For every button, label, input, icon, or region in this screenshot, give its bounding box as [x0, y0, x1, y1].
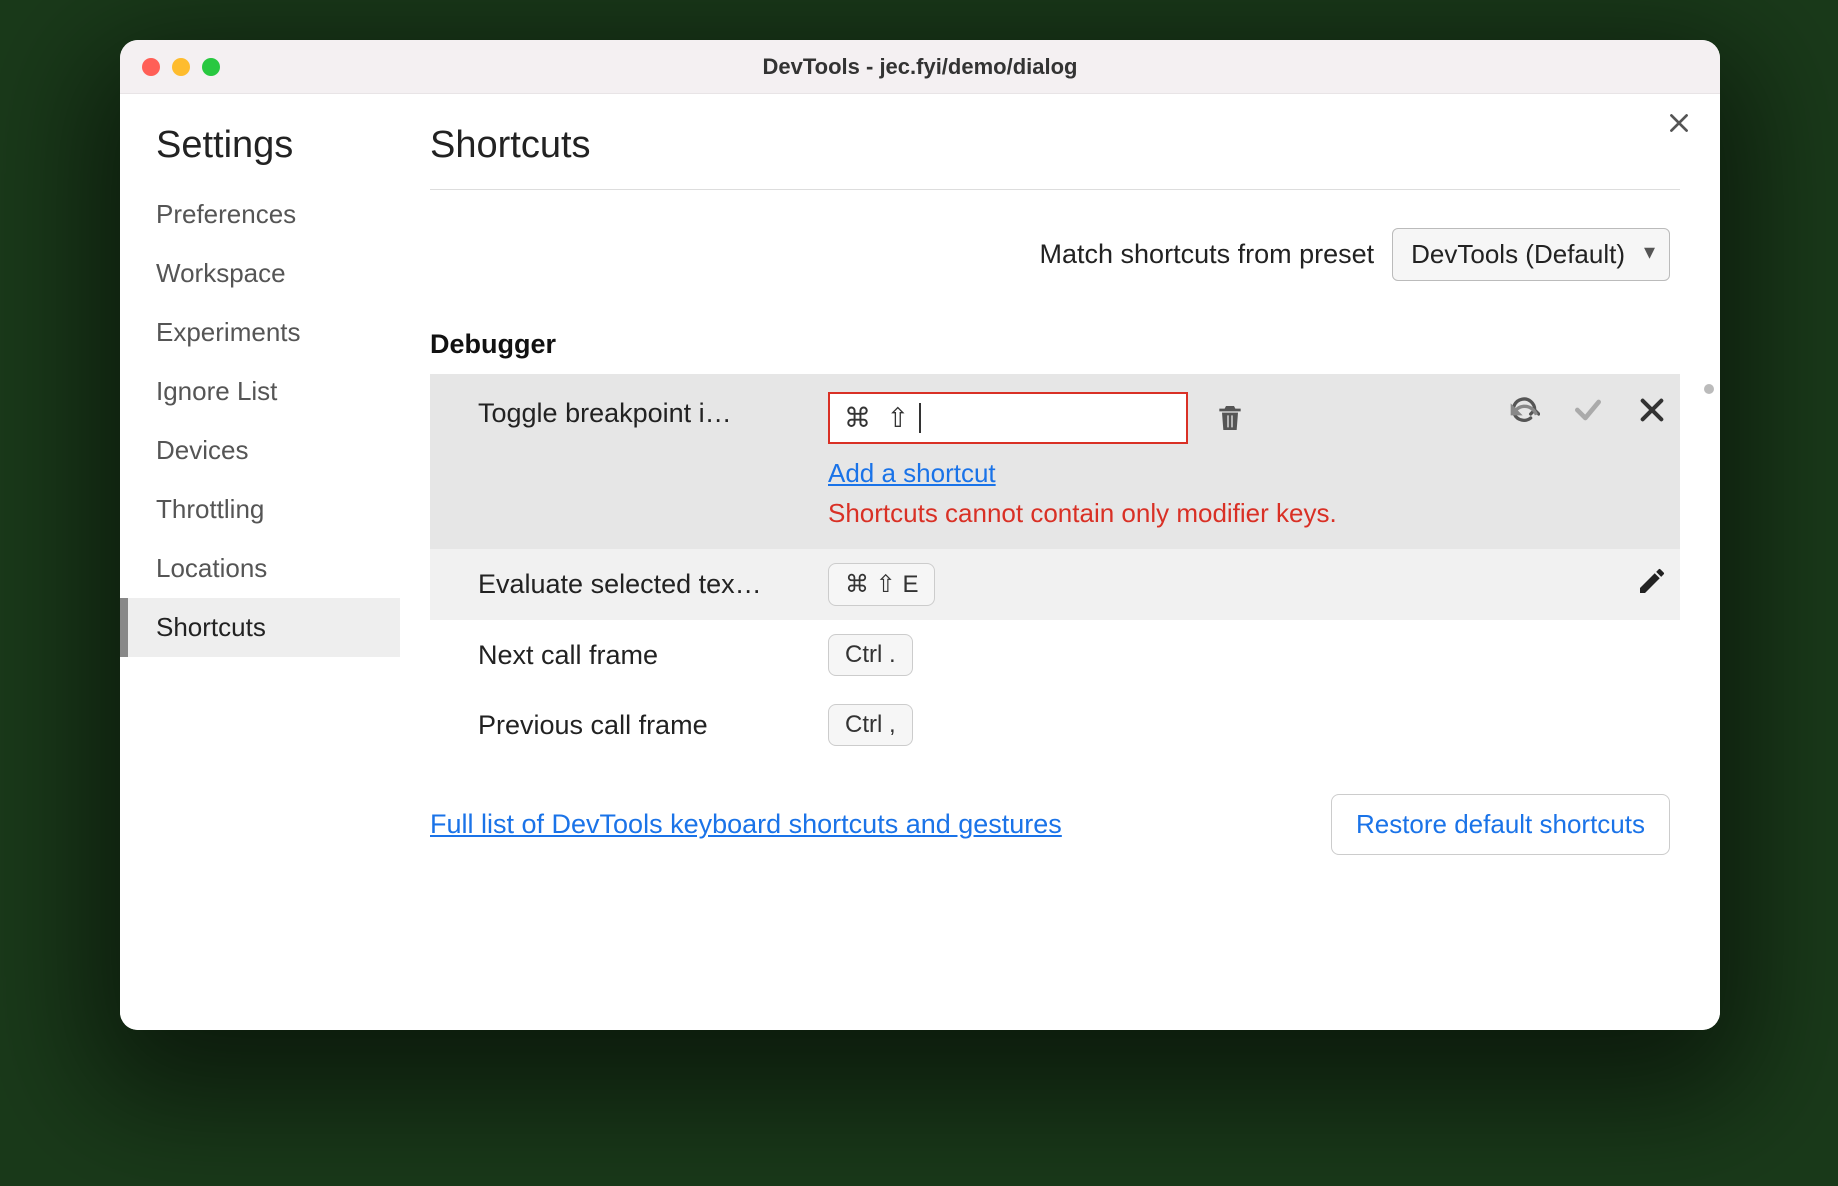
sidebar-item-workspace[interactable]: Workspace	[120, 244, 400, 303]
shortcut-row-toggle-breakpoint: Toggle breakpoint i… ⌘ ⇧ Add a shortcut …	[430, 374, 1680, 549]
sidebar-item-locations[interactable]: Locations	[120, 539, 400, 598]
shortcut-label: Evaluate selected tex…	[478, 563, 828, 600]
window-maximize-button[interactable]	[202, 58, 220, 76]
shortcut-row-evaluate-selected: Evaluate selected tex… ⌘ ⇧ E	[430, 549, 1680, 620]
window-minimize-button[interactable]	[172, 58, 190, 76]
sidebar-item-preferences[interactable]: Preferences	[120, 185, 400, 244]
settings-sidebar: Settings Preferences Workspace Experimen…	[120, 94, 400, 1030]
shortcut-error-message: Shortcuts cannot contain only modifier k…	[828, 497, 1388, 531]
titlebar: DevTools - jec.fyi/demo/dialog	[120, 40, 1720, 94]
shortcut-input[interactable]: ⌘ ⇧	[828, 392, 1188, 444]
preset-select[interactable]: DevTools (Default)	[1392, 228, 1670, 281]
add-shortcut-link[interactable]: Add a shortcut	[828, 458, 1496, 489]
sidebar-item-shortcuts[interactable]: Shortcuts	[120, 598, 400, 657]
shortcut-edit-actions	[1506, 392, 1670, 434]
shortcuts-panel: Shortcuts Match shortcuts from preset De…	[400, 94, 1720, 1030]
cancel-button[interactable]	[1634, 392, 1670, 428]
shortcut-label: Next call frame	[478, 634, 828, 671]
shortcut-chip: Ctrl ,	[828, 704, 913, 746]
shortcut-row-next-call-frame: Next call frame Ctrl .	[430, 620, 1680, 690]
shortcut-row-previous-call-frame: Previous call frame Ctrl ,	[430, 690, 1680, 760]
shortcut-label: Previous call frame	[478, 704, 828, 741]
preset-select-value: DevTools (Default)	[1411, 239, 1625, 269]
shortcut-edit-column: ⌘ ⇧ Add a shortcut Shortcuts cannot cont…	[828, 392, 1496, 531]
section-header-debugger: Debugger	[430, 329, 1680, 360]
restore-defaults-button[interactable]: Restore default shortcuts	[1331, 794, 1670, 855]
preset-label: Match shortcuts from preset	[1040, 239, 1375, 270]
edit-shortcut-button[interactable]	[1634, 563, 1670, 599]
window-title: DevTools - jec.fyi/demo/dialog	[120, 54, 1720, 80]
sidebar-item-experiments[interactable]: Experiments	[120, 303, 400, 362]
shortcut-input-value: ⌘ ⇧	[844, 403, 913, 434]
shortcuts-footer: Full list of DevTools keyboard shortcuts…	[430, 760, 1680, 855]
shortcut-chip: ⌘ ⇧ E	[828, 563, 935, 606]
sidebar-item-devices[interactable]: Devices	[120, 421, 400, 480]
shortcut-chip: Ctrl .	[828, 634, 913, 676]
page-title: Shortcuts	[430, 124, 1680, 190]
undo-button[interactable]	[1506, 392, 1542, 428]
preset-row: Match shortcuts from preset DevTools (De…	[430, 228, 1680, 281]
devtools-window: DevTools - jec.fyi/demo/dialog Settings …	[120, 40, 1720, 1030]
scrollbar-thumb[interactable]	[1704, 384, 1714, 394]
traffic-lights	[142, 58, 220, 76]
shortcut-label: Toggle breakpoint i…	[478, 392, 828, 429]
sidebar-item-throttling[interactable]: Throttling	[120, 480, 400, 539]
window-close-button[interactable]	[142, 58, 160, 76]
settings-body: Settings Preferences Workspace Experimen…	[120, 94, 1720, 1030]
sidebar-title: Settings	[120, 124, 400, 185]
sidebar-item-ignore-list[interactable]: Ignore List	[120, 362, 400, 421]
confirm-button[interactable]	[1570, 392, 1606, 428]
delete-shortcut-button[interactable]	[1212, 400, 1248, 436]
full-list-link[interactable]: Full list of DevTools keyboard shortcuts…	[430, 809, 1062, 840]
